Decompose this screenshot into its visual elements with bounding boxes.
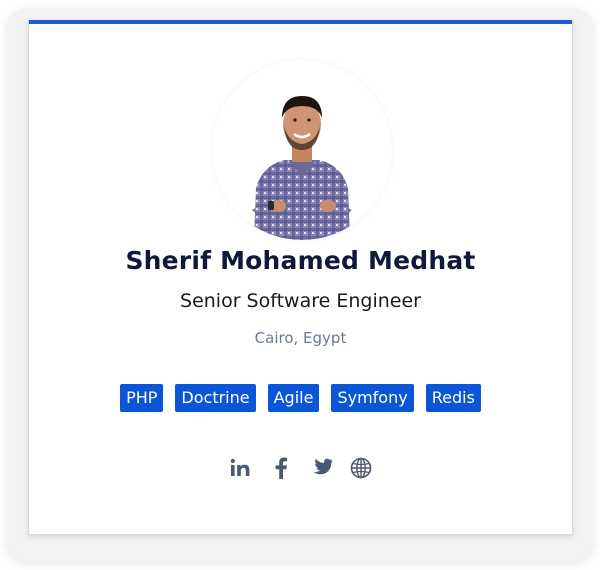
profile-card: Sherif Mohamed Medhat Senior Software En… [28,20,573,535]
profile-location: Cairo, Egypt [254,329,347,347]
profile-name: Sherif Mohamed Medhat [125,246,476,275]
tag-symfony[interactable]: Symfony [331,384,414,412]
twitter-icon[interactable] [308,455,334,481]
globe-icon[interactable] [348,455,374,481]
social-links [29,455,572,481]
page: Sherif Mohamed Medhat Senior Software En… [0,0,600,570]
card-accent-bar [29,20,572,24]
facebook-icon[interactable] [268,455,294,481]
tag-agile[interactable]: Agile [267,384,320,412]
tag-doctrine[interactable]: Doctrine [175,384,256,412]
avatar [212,60,392,240]
profile-title: Senior Software Engineer [180,290,421,312]
avatar-photo [252,96,352,240]
tag-php[interactable]: PHP [120,384,164,412]
linkedin-icon[interactable] [228,455,254,481]
skill-tags: PHP Doctrine Agile Symfony Redis [29,384,572,412]
tag-redis[interactable]: Redis [425,384,481,412]
